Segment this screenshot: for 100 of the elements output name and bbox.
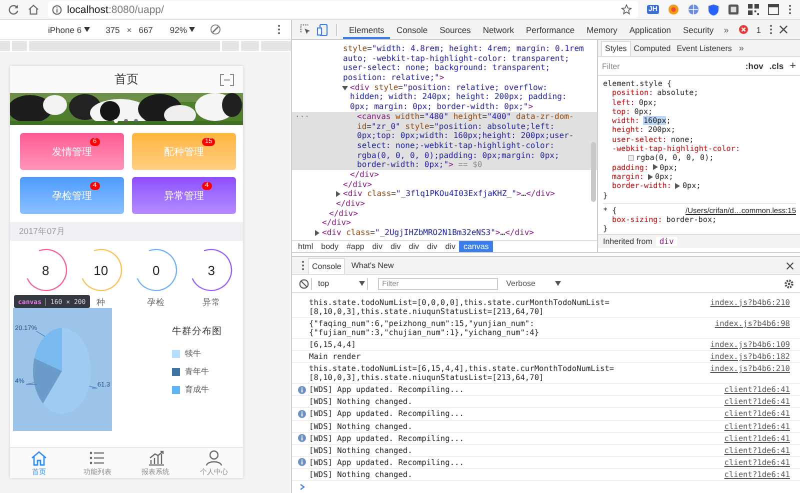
prompt-chevron-icon[interactable] (300, 484, 305, 490)
code-line: </div> (350, 170, 379, 180)
element-tag[interactable]: div (656, 237, 677, 246)
window-icon[interactable] (768, 4, 779, 15)
drawer-tab[interactable]: Console (308, 258, 346, 274)
stat-value: 0 (152, 262, 160, 278)
styles-tab[interactable]: Styles (601, 40, 631, 56)
device-toggle-icon[interactable] (317, 24, 328, 36)
carousel-dot[interactable] (124, 119, 128, 123)
context-dropdown[interactable]: top (318, 279, 366, 288)
grid-icon[interactable] (748, 4, 759, 15)
code-line: <canvas width="480" height="400" data-zr-dom- (357, 112, 574, 122)
code-line: hidden; width: 240px; height: 200px; padding: (350, 92, 567, 102)
legend-label: 育成牛 (185, 384, 209, 395)
breadcrumb[interactable]: div (368, 241, 387, 252)
info-icon (298, 434, 306, 442)
devtools-tab[interactable]: Network (476, 20, 520, 39)
breadcrumb[interactable]: div (404, 241, 423, 252)
code-line: 0px; margin: 0px; border-width: 0px;"> (350, 102, 534, 112)
device-dropdown[interactable]: iPhone 6 (48, 24, 82, 34)
breadcrumb[interactable]: #app (342, 241, 368, 252)
devtools-tab[interactable]: Application (623, 20, 677, 39)
devtools-tab[interactable]: Memory (580, 20, 624, 39)
filter-field[interactable]: Filter (602, 62, 740, 70)
code-line: border-width: 0px;"> == $0 (357, 160, 482, 170)
caret-icon (84, 27, 90, 32)
height-field[interactable]: 667 (138, 24, 153, 34)
code-line: </div> (343, 180, 372, 190)
list-icon (88, 450, 106, 466)
carousel-dot[interactable] (134, 119, 138, 123)
hover-state-button[interactable]: :hov (745, 61, 764, 71)
breadcrumb[interactable]: html (294, 241, 318, 252)
address-field[interactable]: localhost:8080/uapp/ (48, 1, 638, 18)
breadcrumb[interactable]: div (441, 241, 460, 252)
zoom-dropdown[interactable]: 92% (170, 24, 187, 34)
url-text: localhost:8080/uapp/ (67, 4, 164, 16)
legend-title: 牛群分布图 (172, 325, 222, 338)
breadcrumb[interactable]: div (386, 241, 405, 252)
collapse-icon[interactable] (220, 74, 234, 86)
breadcrumb[interactable]: div (422, 241, 442, 252)
error-icon[interactable] (739, 25, 748, 34)
code-line: select: none;-webkit-tap-highlight-color: (357, 140, 554, 151)
star-icon[interactable] (621, 4, 632, 15)
info-icon[interactable] (52, 4, 62, 14)
scrollbar[interactable] (591, 142, 596, 202)
carousel-dot[interactable] (114, 119, 118, 123)
error-count[interactable]: 1 (756, 24, 761, 34)
menu-icon[interactable] (788, 4, 792, 15)
disclosure-triangle-icon[interactable] (314, 230, 320, 236)
legend-label: 犊牛 (185, 348, 201, 359)
times-sign: × (126, 24, 132, 34)
width-field[interactable]: 375 (106, 24, 120, 34)
disclosure-triangle-icon[interactable] (335, 191, 341, 198)
color-swatch-icon[interactable] (628, 155, 634, 162)
close-icon[interactable] (779, 25, 788, 34)
devtools-tab[interactable]: Elements (343, 20, 390, 39)
stat-value: 10 (94, 262, 108, 278)
add-rule-button[interactable]: + (790, 60, 796, 72)
more-tabs-button[interactable]: » (720, 24, 733, 34)
code-line: style="width: 4.8rem; height: 4rem; margin: 0.1rem (343, 44, 584, 54)
breadcrumb[interactable]: body (317, 241, 342, 252)
disclosure-triangle-icon[interactable] (342, 84, 348, 91)
devtools-tab[interactable]: Security (676, 20, 720, 39)
menu-icon[interactable] (277, 24, 281, 35)
settings-icon[interactable] (784, 278, 794, 288)
inspect-icon[interactable] (300, 24, 311, 35)
square-icon[interactable] (728, 4, 739, 15)
styles-tab[interactable]: Event Listeners (674, 40, 735, 56)
rotate-icon[interactable] (210, 24, 221, 35)
code-line: </div> (336, 199, 365, 209)
styles-tab[interactable]: Computed (630, 40, 674, 56)
menu-icon[interactable] (301, 260, 305, 271)
globe-icon[interactable] (688, 4, 699, 15)
more-tabs-button[interactable]: » (734, 43, 748, 53)
close-icon[interactable] (786, 262, 794, 270)
code-line: auto; -webkit-tap-highlight-color: transparent; (343, 54, 570, 64)
breadcrumb[interactable]: canvas (459, 241, 493, 252)
expand-triangle-icon[interactable] (675, 182, 680, 189)
menu-icon[interactable] (769, 24, 773, 35)
reload-icon[interactable] (8, 4, 19, 15)
code-line: <div class="_3flq1PKOu4I03ExfjaKHZ_">…</div> (343, 189, 555, 199)
shield-icon[interactable] (708, 4, 719, 16)
devtools-tab[interactable]: Sources (434, 20, 477, 39)
devtools-tab[interactable]: Console (390, 20, 434, 39)
circle-icon[interactable] (668, 4, 679, 15)
home-icon[interactable] (28, 4, 39, 15)
month-label: 2017年07月 (19, 226, 66, 238)
devtools-tab[interactable]: Performance (520, 20, 581, 39)
drawer-tab[interactable]: What's New (348, 258, 397, 274)
code-line: user-select: none; background: transparent; (343, 63, 550, 74)
stat-label: 孕检 (147, 297, 166, 307)
code-line: 0px;top: 0px;width: 160px;height: 200px;user- (357, 131, 574, 141)
clear-console-icon[interactable] (299, 278, 309, 288)
stat-value: 3 (208, 262, 215, 278)
code-line: </div> (322, 218, 351, 228)
code-line: </div> (329, 208, 358, 218)
stat-value: 8 (42, 262, 50, 278)
inherited-label: Inherited from (603, 237, 652, 246)
class-button[interactable]: .cls (769, 61, 784, 71)
level-dropdown[interactable]: Verbose (506, 279, 562, 288)
